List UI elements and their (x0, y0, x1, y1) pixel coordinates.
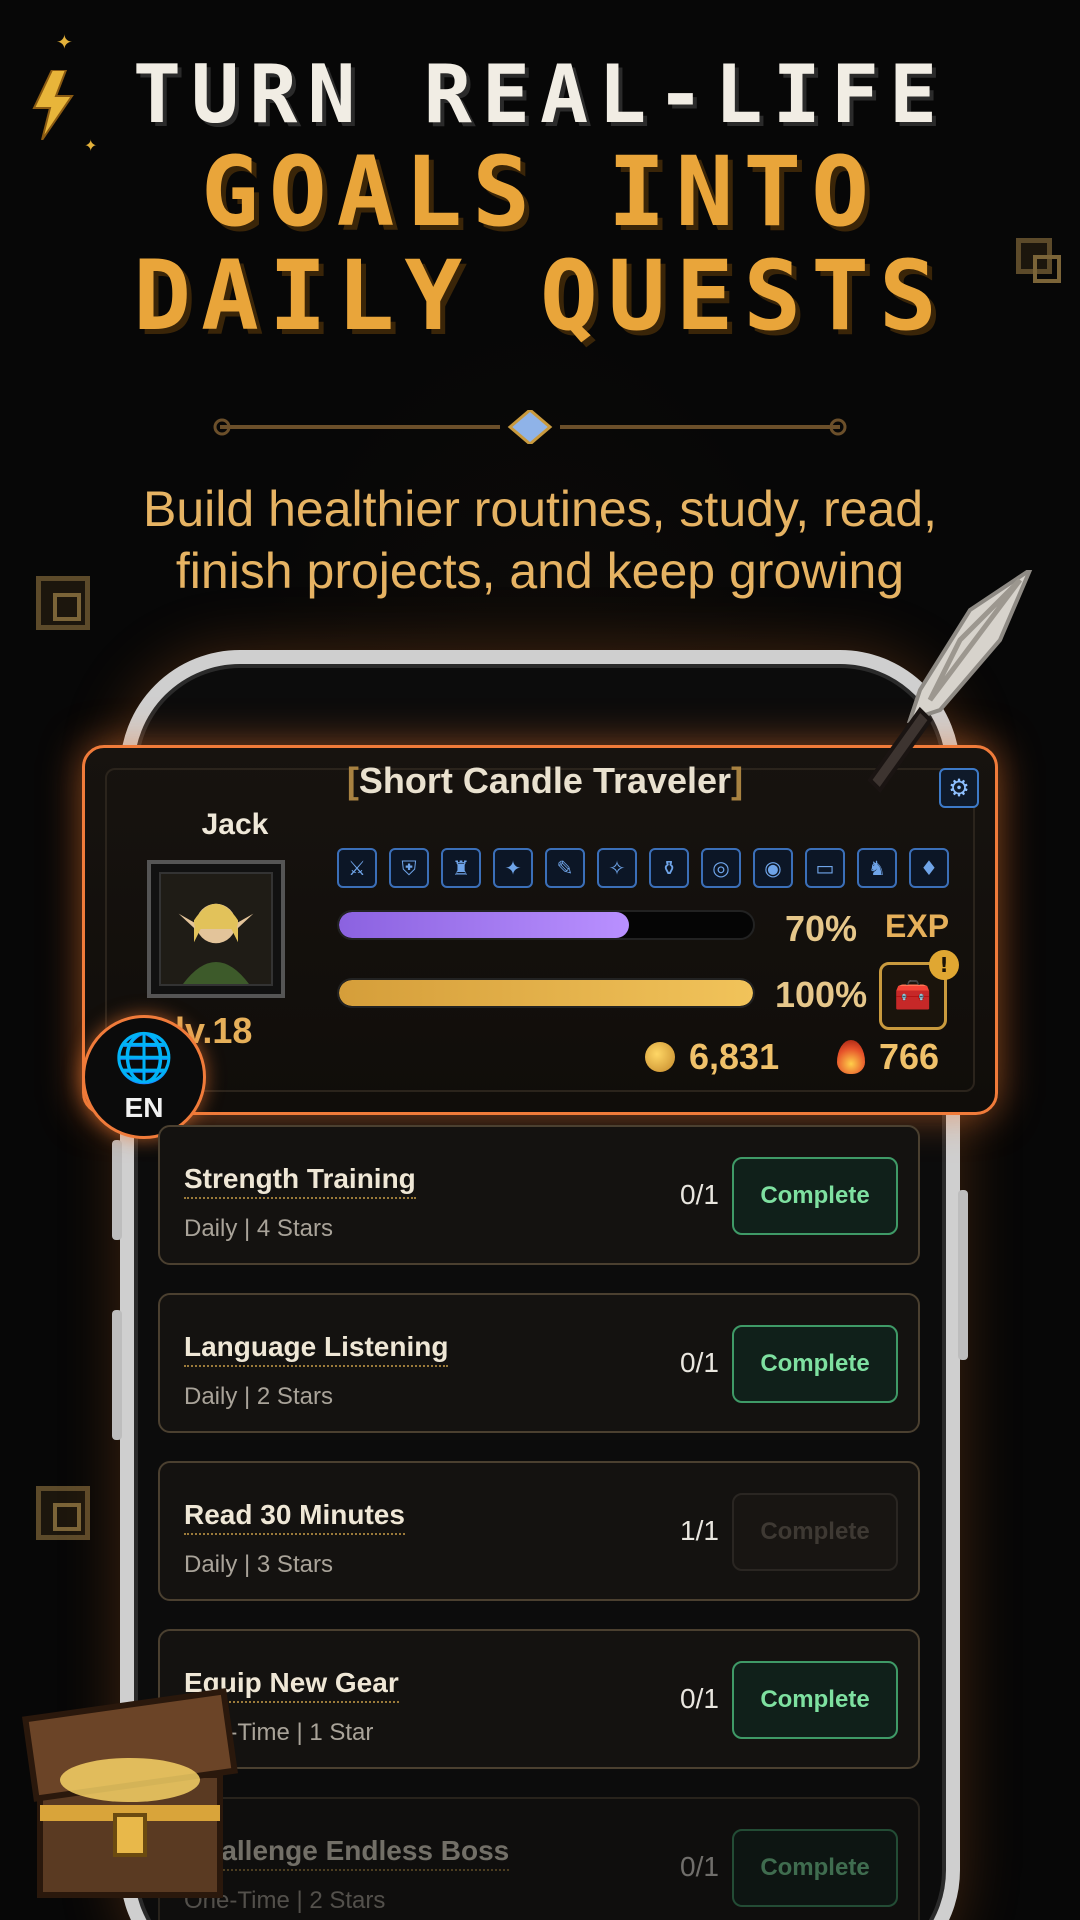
headline-line-1: TURN REAL-LIFE (132, 48, 948, 141)
complete-button[interactable]: Complete (732, 1661, 898, 1739)
language-button[interactable]: 🌐 EN (82, 1015, 206, 1139)
globe-icon: 🌐 (114, 1030, 174, 1086)
headline: TURN REAL-LIFE GOALS INTO DAILY QUESTS (0, 48, 1080, 352)
subtitle-line-1: Build healthier routines, study, read, (143, 481, 937, 537)
reward-progress-bar (337, 978, 755, 1008)
equipment-slot-icon[interactable]: ◉ (753, 848, 793, 888)
quest-progress-count: 0/1 (680, 1683, 719, 1714)
equipment-slot-icon[interactable]: ♜ (441, 848, 481, 888)
equipment-slot-icon[interactable]: ✧ (597, 848, 637, 888)
quest-meta: Daily | 3 Stars (184, 1551, 333, 1578)
reward-progress-fill (339, 980, 753, 1006)
complete-button: Complete (732, 1493, 898, 1571)
complete-button[interactable]: Complete (732, 1829, 898, 1907)
quest-card[interactable]: Language Listening Daily | 2 Stars 0/1 Comp… (158, 1293, 920, 1433)
exp-percent: 70% (785, 908, 858, 949)
quest-card[interactable]: Challenge Endless Boss One-Time | 2 Stars… (158, 1797, 920, 1920)
exp-bar-fill (339, 912, 629, 938)
equipment-slot-icon[interactable]: ✦ (493, 848, 533, 888)
quest-title: Read 30 Minutes (184, 1499, 405, 1535)
decorative-rune-icon (36, 1486, 90, 1540)
flame-counter: 766 (837, 1036, 939, 1078)
quest-meta: Daily | 4 Stars (184, 1215, 333, 1242)
profile-card: [Short Candle Traveler] ⚙ Jack lv.18 ⚔ ⛨ ♜… (82, 745, 998, 1115)
ornamental-divider (213, 410, 847, 444)
exp-bar (337, 910, 755, 940)
quest-meta: Daily | 2 Stars (184, 1383, 333, 1410)
alert-badge: ! (929, 950, 959, 980)
coin-icon (645, 1042, 675, 1072)
quest-title: Language Listening (184, 1331, 449, 1367)
quill-icon (867, 570, 1033, 794)
headline-line-2: GOALS INTO (201, 136, 879, 248)
reward-percent: 100% (775, 974, 868, 1015)
complete-button[interactable]: Complete (732, 1325, 898, 1403)
phone-side-button (112, 1310, 122, 1440)
phone-side-button (112, 1140, 122, 1240)
treasure-chest-icon: 🧰 (894, 978, 932, 1013)
elf-portrait-icon (159, 872, 273, 986)
flame-amount: 766 (879, 1036, 940, 1077)
equipment-slot-icon[interactable]: ⚱ (649, 848, 689, 888)
flame-icon (837, 1040, 865, 1074)
quest-progress-count: 0/1 (680, 1179, 719, 1210)
quest-card[interactable]: Read 30 Minutes Daily | 3 Stars 1/1 Complet… (158, 1461, 920, 1601)
equipment-slot-icon[interactable]: ♞ (857, 848, 897, 888)
language-code: EN (124, 1092, 164, 1123)
equipment-slot-icon[interactable]: ⚔ (337, 848, 377, 888)
complete-button[interactable]: Complete (732, 1157, 898, 1235)
quest-progress-count: 0/1 (680, 1347, 719, 1378)
quest-card[interactable]: Equip New Gear One-Time | 1 Star 0/1 Comple… (158, 1629, 920, 1769)
phone-power-button (958, 1190, 968, 1360)
avatar[interactable] (147, 860, 285, 998)
coin-amount: 6,831 (689, 1036, 780, 1077)
coin-counter: 6,831 (645, 1036, 779, 1078)
quest-progress-count: 1/1 (680, 1515, 719, 1546)
headline-line-3: DAILY QUESTS (133, 240, 947, 352)
player-title: [Short Candle Traveler] (346, 760, 744, 801)
equipment-slot-icon[interactable]: ◎ (701, 848, 741, 888)
quest-title: Strength Training (184, 1163, 416, 1199)
quest-progress-count: 0/1 (680, 1851, 719, 1882)
equipment-slot-icon[interactable]: ▭ (805, 848, 845, 888)
player-name: Jack (201, 808, 269, 841)
exp-label: EXP (885, 908, 950, 944)
equipment-slot-icon[interactable]: ⛨ (389, 848, 429, 888)
quest-card[interactable]: Strength Training Daily | 4 Stars 0/1 Compl… (158, 1125, 920, 1265)
equipment-slot-icon[interactable]: ✎ (545, 848, 585, 888)
equipment-slots: ⚔ ⛨ ♜ ✦ ✎ ✧ ⚱ ◎ ◉ ▭ ♞ ♦ (337, 848, 949, 888)
treasure-chest-icon (22, 1688, 238, 1898)
equipment-slot-icon[interactable]: ♦ (909, 848, 949, 888)
